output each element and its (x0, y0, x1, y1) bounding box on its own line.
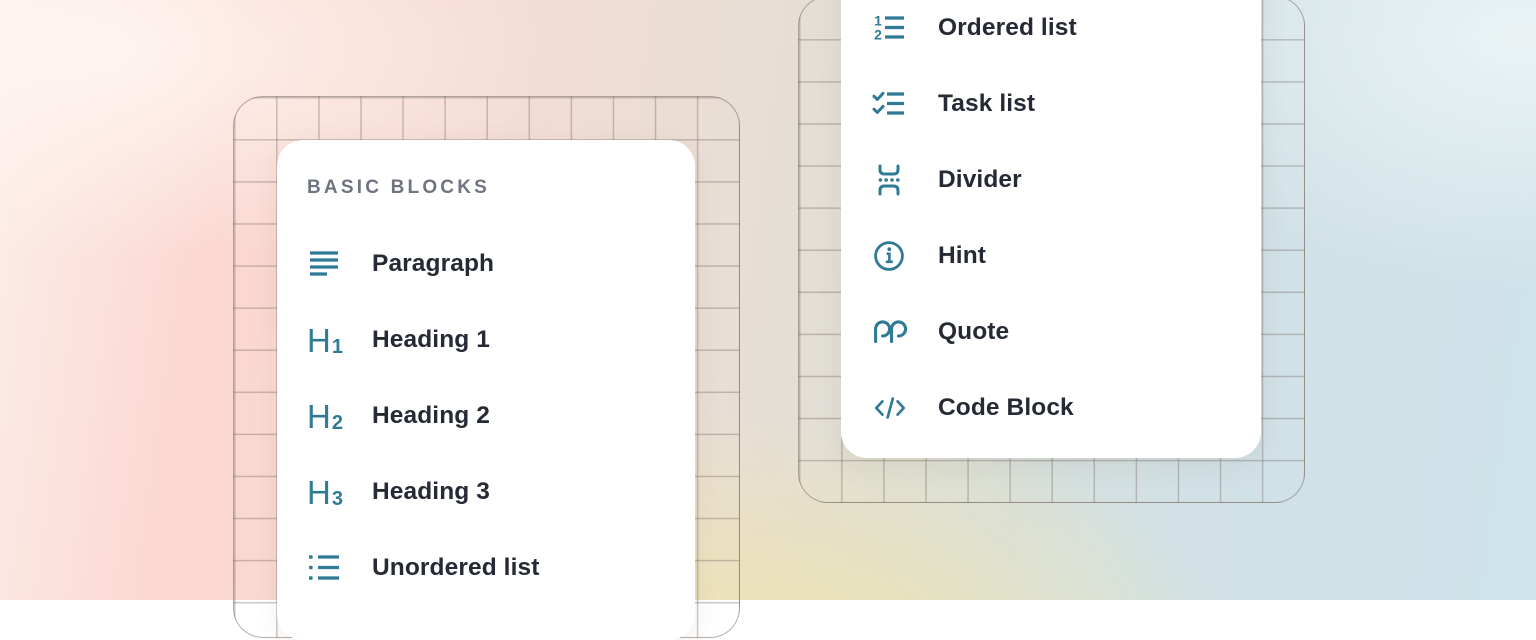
menu-item-label: Ordered list (938, 14, 1077, 42)
menu-item-label: Heading 2 (372, 402, 490, 430)
menu-item-label: Heading 1 (372, 326, 490, 354)
hint-icon (872, 237, 908, 275)
menu-item-label: Hint (938, 242, 986, 270)
menu-item-label: Heading 3 (372, 478, 490, 506)
basic-blocks-menu-card: BASIC BLOCKS Paragraph (277, 140, 695, 640)
menu-item-unordered-list[interactable]: Unordered list (307, 530, 665, 606)
menu-item-quote[interactable]: Quote (872, 294, 1230, 370)
menu-item-label: Paragraph (372, 250, 494, 278)
menu-item-label: Unordered list (372, 554, 539, 582)
menu-item-heading-1[interactable]: H 1 Heading 1 (307, 302, 665, 378)
gradient-background: BASIC BLOCKS Paragraph (0, 0, 1536, 600)
svg-text:2: 2 (874, 27, 882, 43)
menu-item-divider[interactable]: Divider (872, 142, 1230, 218)
menu-item-code-block[interactable]: Code Block (872, 370, 1230, 446)
unordered-list-icon (307, 549, 343, 587)
menu-item-heading-3[interactable]: H 3 Heading 3 (307, 454, 665, 530)
heading-2-icon: H 2 (307, 397, 343, 435)
menu-item-ordered-list[interactable]: 1 2 Ordered list (872, 0, 1230, 66)
code-block-icon (872, 389, 908, 427)
blocks-item-list: 1 2 Ordered list (872, 0, 1230, 446)
task-list-icon (872, 85, 908, 123)
blocks-menu-card-right: 1 2 Ordered list (841, 0, 1261, 458)
menu-item-label: Code Block (938, 394, 1074, 422)
menu-item-heading-2[interactable]: H 2 Heading 2 (307, 378, 665, 454)
menu-item-label: Divider (938, 166, 1022, 194)
menu-item-hint[interactable]: Hint (872, 218, 1230, 294)
section-label-basic-blocks: BASIC BLOCKS (307, 176, 665, 200)
menu-item-label: Task list (938, 90, 1035, 118)
menu-item-paragraph[interactable]: Paragraph (307, 226, 665, 302)
menu-item-label: Quote (938, 318, 1009, 346)
paragraph-icon (307, 245, 343, 283)
quote-icon (872, 313, 908, 351)
menu-item-task-list[interactable]: Task list (872, 66, 1230, 142)
heading-1-icon: H 1 (307, 321, 343, 359)
ordered-list-icon: 1 2 (872, 9, 908, 47)
divider-icon (872, 161, 908, 199)
heading-3-icon: H 3 (307, 473, 343, 511)
basic-blocks-item-list: Paragraph H 1 Heading 1 H 2 (307, 226, 665, 606)
